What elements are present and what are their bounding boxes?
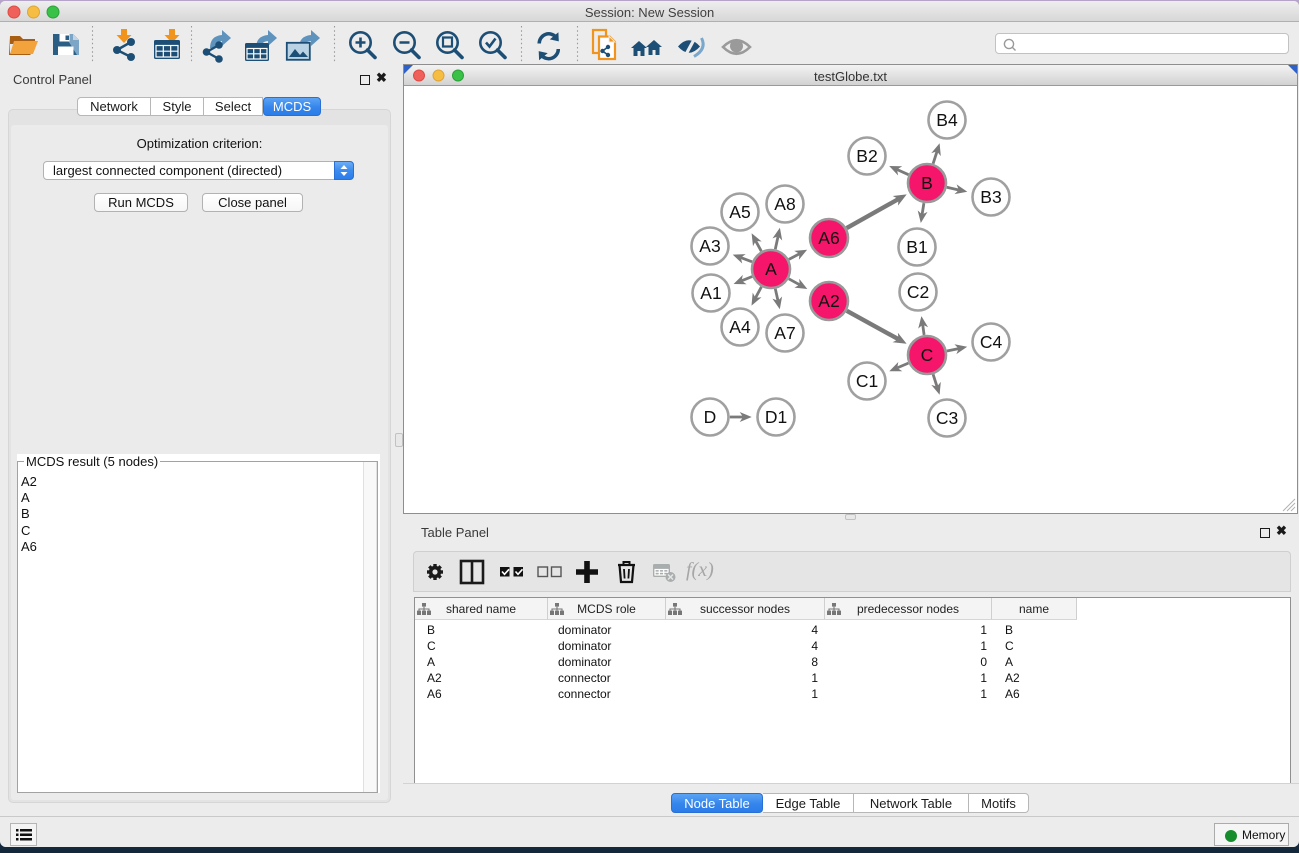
svg-text:A6: A6	[818, 228, 839, 248]
svg-text:C1: C1	[856, 371, 878, 391]
svg-text:C3: C3	[936, 408, 958, 428]
svg-text:A3: A3	[699, 236, 720, 256]
svg-text:A: A	[765, 259, 777, 279]
svg-text:A7: A7	[774, 323, 795, 343]
svg-text:B4: B4	[936, 110, 958, 130]
svg-text:B2: B2	[856, 146, 877, 166]
svg-text:A5: A5	[729, 202, 750, 222]
svg-text:B1: B1	[906, 237, 927, 257]
svg-text:C2: C2	[907, 282, 929, 302]
svg-text:A4: A4	[729, 317, 751, 337]
svg-text:B: B	[921, 173, 933, 193]
svg-text:C4: C4	[980, 332, 1003, 352]
svg-text:D1: D1	[765, 407, 787, 427]
svg-text:A1: A1	[700, 283, 721, 303]
svg-text:A2: A2	[818, 291, 839, 311]
svg-text:C: C	[921, 345, 934, 365]
svg-text:D: D	[704, 407, 717, 427]
svg-text:B3: B3	[980, 187, 1001, 207]
svg-text:A8: A8	[774, 194, 795, 214]
